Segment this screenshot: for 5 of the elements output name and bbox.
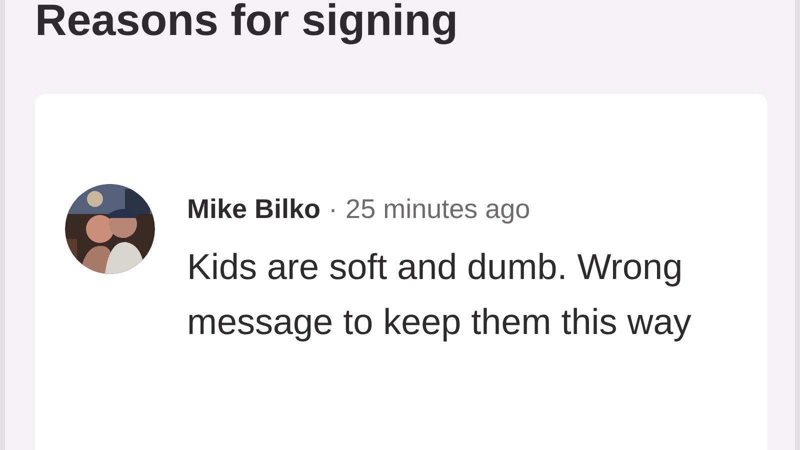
separator-dot: · [328, 194, 338, 225]
comment-text: Kids are soft and dumb. Wrong message to keep them this way [187, 245, 692, 344]
section-heading: Reasons for signing [35, 0, 459, 42]
author-name: Mike Bilko [187, 194, 321, 225]
comment-time: 25 minutes ago [346, 194, 530, 225]
